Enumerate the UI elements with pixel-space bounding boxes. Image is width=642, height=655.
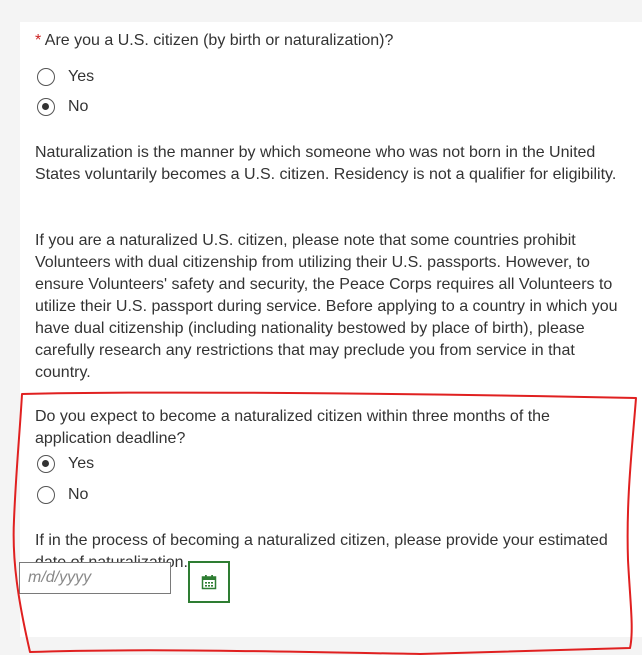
dual-citizenship-note: If you are a naturalized U.S. citizen, p… [35, 232, 618, 381]
citizen-question-text: Are you a U.S. citizen (by birth or natu… [44, 32, 394, 49]
citizen-yes-label: Yes [68, 68, 95, 85]
naturalize-yes-label: Yes [68, 455, 95, 472]
citizen-question: * Are you a U.S. citizen (by birth or na… [35, 30, 625, 52]
calendar-button[interactable] [188, 561, 230, 603]
naturalize-question: Do you expect to become a naturalized ci… [35, 408, 550, 447]
naturalize-yes-radio[interactable] [37, 455, 55, 473]
naturalize-no-radio[interactable] [37, 486, 55, 504]
naturalize-no-option[interactable]: No [37, 484, 88, 506]
citizen-no-label: No [68, 98, 89, 115]
citizen-no-radio[interactable] [37, 98, 55, 116]
naturalization-date-input[interactable] [19, 562, 171, 594]
naturalize-no-label: No [68, 486, 89, 503]
citizen-yes-radio[interactable] [37, 68, 55, 86]
citizen-no-option[interactable]: No [37, 96, 88, 118]
naturalize-yes-option[interactable]: Yes [37, 453, 94, 475]
calendar-icon [201, 575, 217, 590]
required-marker: * [35, 32, 42, 49]
citizen-yes-option[interactable]: Yes [37, 66, 94, 88]
naturalization-note: Naturalization is the manner by which so… [35, 144, 617, 183]
citizenship-form-card: * Are you a U.S. citizen (by birth or na… [20, 22, 642, 637]
